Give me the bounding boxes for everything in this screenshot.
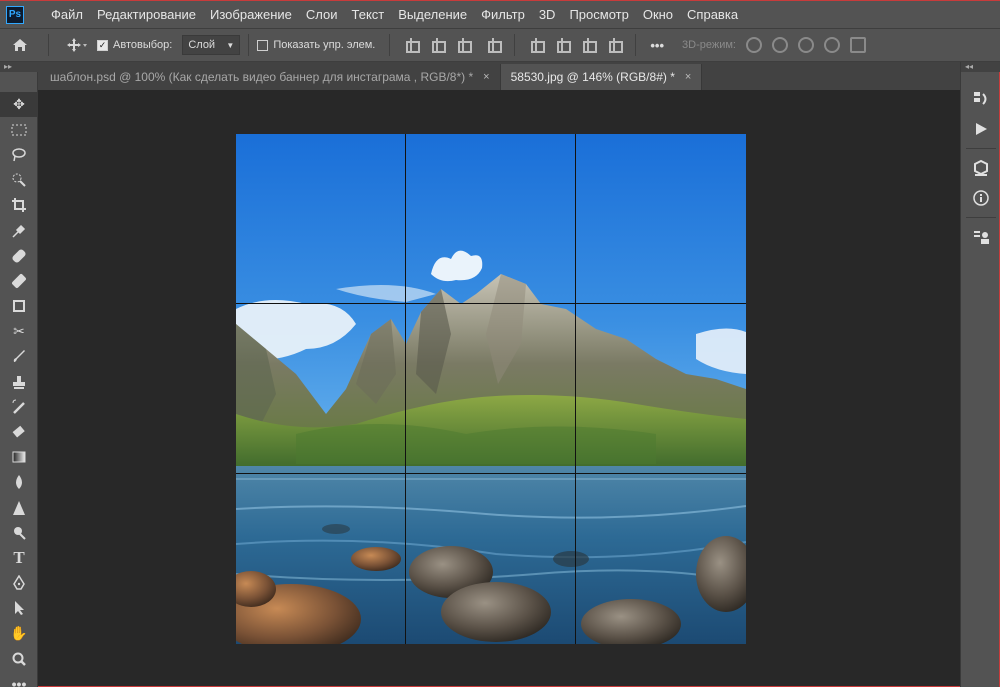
- hand-tool-icon[interactable]: ✋: [0, 621, 38, 646]
- tab-58530-jpg-label: 58530.jpg @ 146% (RGB/8#) *: [510, 70, 675, 84]
- canvas-area[interactable]: [38, 90, 960, 687]
- info-icon[interactable]: [961, 183, 1000, 213]
- blur-tool-icon[interactable]: [0, 470, 38, 495]
- pen-tool-icon[interactable]: [0, 571, 38, 596]
- sharpen-tool-icon[interactable]: [0, 495, 38, 520]
- home-icon[interactable]: [0, 37, 40, 53]
- tools-panel: ▸▸ ✥ ✂ T ✋ •••: [0, 62, 38, 687]
- close-icon[interactable]: ×: [685, 71, 691, 83]
- align-left-icon[interactable]: [404, 38, 421, 53]
- gradient-tool-icon[interactable]: [0, 445, 38, 470]
- crop-tool-icon[interactable]: [0, 193, 38, 218]
- collapse-panels-icon[interactable]: ◂◂: [961, 62, 1000, 72]
- collapse-toolbar-icon[interactable]: ▸▸: [0, 62, 38, 72]
- autoselect-target-value: Слой: [188, 39, 216, 51]
- toolbar-grip: [0, 72, 37, 92]
- healing-brush-tool-icon[interactable]: [0, 243, 38, 268]
- menu-image[interactable]: Изображение: [203, 1, 299, 29]
- grid-guide-vertical: [405, 134, 406, 644]
- separator: [514, 34, 516, 56]
- menu-filter[interactable]: Фильтр: [474, 1, 532, 29]
- menu-file[interactable]: Файл: [44, 1, 90, 29]
- align-spacing-icon[interactable]: [486, 38, 503, 53]
- orbit-3d-icon[interactable]: [745, 37, 762, 53]
- separator: [248, 34, 250, 56]
- move-tool-preset-icon[interactable]: [57, 37, 97, 53]
- move-tool-icon[interactable]: ✥: [0, 92, 38, 118]
- history-icon[interactable]: [961, 84, 1000, 114]
- menu-edit[interactable]: Редактирование: [90, 1, 203, 29]
- document-canvas[interactable]: [236, 134, 746, 644]
- zoom-tool-icon[interactable]: [0, 646, 38, 671]
- history-brush-tool-icon[interactable]: [0, 394, 38, 419]
- autoselect-target-select[interactable]: Слой ▼: [182, 35, 241, 55]
- grid-guide-horizontal: [236, 303, 746, 304]
- mountain-lake-image: [236, 134, 746, 644]
- menu-view[interactable]: Просмотр: [562, 1, 635, 29]
- menu-type[interactable]: Текст: [345, 1, 392, 29]
- panel-grip: [961, 72, 999, 84]
- patch-tool-icon[interactable]: [0, 268, 38, 293]
- autoselect-checkbox[interactable]: ✓: [97, 39, 108, 51]
- properties-icon[interactable]: [961, 222, 1000, 252]
- options-bar: ✓ Автовыбор: Слой ▼ Показать упр. элем. …: [0, 28, 1000, 62]
- align-center-h-icon[interactable]: [430, 38, 447, 53]
- more-options-button[interactable]: •••: [650, 38, 664, 53]
- tab-template-psd[interactable]: шаблон.psd @ 100% (Как сделать видео бан…: [40, 64, 501, 90]
- menu-help[interactable]: Справка: [680, 1, 745, 29]
- clone-stamp-tool-icon[interactable]: [0, 369, 38, 394]
- frame-tool-icon[interactable]: [0, 294, 38, 319]
- show-transform-checkbox[interactable]: [257, 39, 269, 51]
- separator: [389, 34, 391, 56]
- path-select-tool-icon[interactable]: [0, 596, 38, 621]
- tab-58530-jpg[interactable]: 58530.jpg @ 146% (RGB/8#) * ×: [500, 64, 703, 90]
- quick-select-tool-icon[interactable]: [0, 168, 38, 193]
- eraser-tool-icon[interactable]: [0, 419, 38, 444]
- align-top-icon[interactable]: [529, 38, 546, 53]
- lasso-tool-icon[interactable]: [0, 142, 38, 167]
- brush-tool-icon[interactable]: [0, 344, 38, 369]
- right-panel-dock: ◂◂: [960, 62, 1000, 687]
- grid-guide-vertical: [575, 134, 576, 644]
- align-right-icon[interactable]: [456, 38, 473, 53]
- type-tool-icon[interactable]: T: [0, 545, 38, 570]
- grid-guide-horizontal: [236, 473, 746, 474]
- separator: [966, 217, 996, 218]
- 3d-icon[interactable]: [961, 153, 1000, 183]
- menu-3d[interactable]: 3D: [532, 1, 563, 29]
- menu-window[interactable]: Окно: [636, 1, 680, 29]
- distribute-icon[interactable]: [607, 38, 624, 53]
- menu-select[interactable]: Выделение: [391, 1, 474, 29]
- tab-template-psd-label: шаблон.psd @ 100% (Как сделать видео бан…: [50, 70, 474, 84]
- mode-3d-label: 3D-режим:: [682, 39, 736, 51]
- eyedropper-tool-icon[interactable]: [0, 218, 38, 243]
- marquee-tool-icon[interactable]: [0, 117, 38, 142]
- drag-3d-icon[interactable]: [797, 37, 814, 53]
- close-icon[interactable]: ×: [483, 71, 489, 83]
- show-transform-label: Показать упр. элем.: [273, 39, 376, 51]
- separator: [966, 148, 996, 149]
- autoselect-label: Автовыбор:: [113, 39, 173, 51]
- align-bottom-icon[interactable]: [581, 38, 598, 53]
- menu-layers[interactable]: Слои: [299, 1, 345, 29]
- slide-3d-icon[interactable]: [823, 37, 840, 53]
- document-tabs: шаблон.psd @ 100% (Как сделать видео бан…: [38, 62, 960, 90]
- actions-play-icon[interactable]: [961, 114, 1000, 144]
- photoshop-logo-icon: Ps: [6, 5, 24, 24]
- separator: [48, 34, 49, 56]
- menu-bar: Ps Файл Редактирование Изображение Слои …: [0, 0, 1000, 28]
- align-middle-v-icon[interactable]: [555, 38, 572, 53]
- camera-3d-icon[interactable]: [849, 37, 866, 53]
- content-aware-move-tool-icon[interactable]: ✂: [0, 319, 38, 344]
- more-tools-icon[interactable]: •••: [0, 671, 38, 687]
- roll-3d-icon[interactable]: [771, 37, 788, 53]
- dodge-tool-icon[interactable]: [0, 520, 38, 545]
- chevron-down-icon: ▼: [226, 40, 235, 50]
- separator: [635, 34, 637, 56]
